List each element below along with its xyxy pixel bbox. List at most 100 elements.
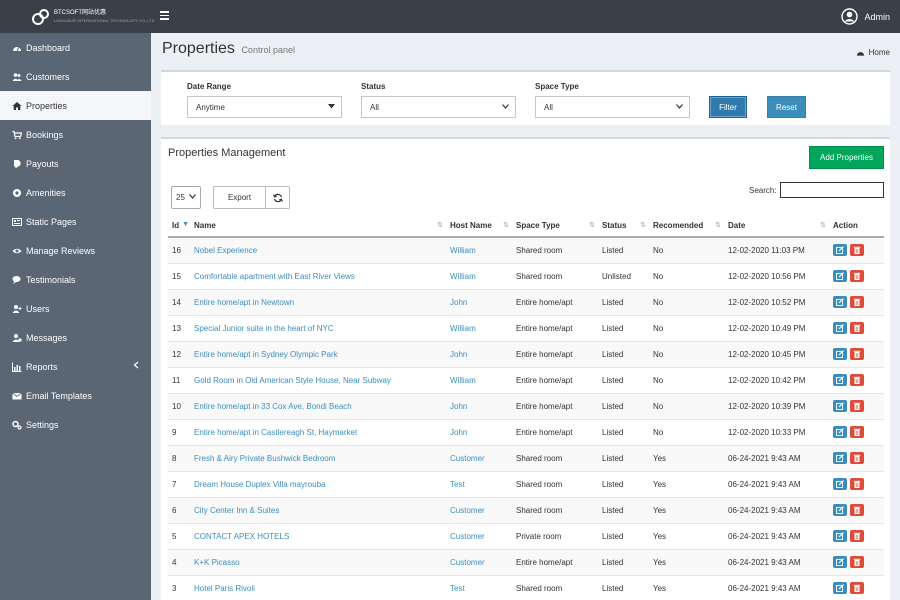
host-link[interactable]: William bbox=[450, 272, 476, 281]
property-link[interactable]: Hotel Paris Rivoli bbox=[194, 584, 255, 593]
edit-button[interactable] bbox=[833, 244, 847, 257]
delete-button[interactable] bbox=[850, 556, 864, 568]
host-link[interactable]: Customer bbox=[450, 454, 485, 463]
cell-id: 3 bbox=[168, 574, 190, 600]
sidebar-item-reports[interactable]: Reports bbox=[0, 352, 151, 381]
column-header-id[interactable]: Id ▼ bbox=[168, 215, 190, 238]
host-link[interactable]: John bbox=[450, 350, 467, 359]
table-row: 14 Entire home/apt in Newtown John Entire h… bbox=[168, 288, 884, 315]
sidebar-item-payouts[interactable]: Payouts bbox=[0, 149, 151, 178]
trash-icon bbox=[853, 558, 861, 566]
sidebar-item-dashboard[interactable]: Dashboard bbox=[0, 33, 151, 62]
refresh-button[interactable] bbox=[265, 186, 290, 209]
delete-button[interactable] bbox=[850, 478, 864, 490]
host-link[interactable]: Customer bbox=[450, 532, 485, 541]
search-input[interactable] bbox=[780, 182, 884, 198]
panel-title: Properties Management bbox=[168, 147, 286, 159]
cell-space-type: Shared room bbox=[512, 444, 598, 471]
edit-button[interactable] bbox=[833, 426, 847, 438]
date-range-select[interactable]: Anytime bbox=[187, 96, 342, 118]
delete-button[interactable] bbox=[850, 452, 864, 464]
delete-button[interactable] bbox=[850, 426, 864, 438]
column-header-status[interactable]: Status ⇅ bbox=[598, 215, 649, 238]
breadcrumb-home[interactable]: Home bbox=[869, 48, 890, 57]
edit-button[interactable] bbox=[833, 556, 847, 568]
delete-button[interactable] bbox=[850, 348, 864, 360]
property-link[interactable]: Nobel Experience bbox=[194, 246, 257, 255]
property-link[interactable]: City Center Inn & Suites bbox=[194, 506, 279, 515]
property-link[interactable]: Entire home/apt in Sydney Olympic Park bbox=[194, 350, 338, 359]
brand-logo[interactable]: BTCSOFT网站优惠 LANGUAGE INTERNATIONAL TECHN… bbox=[0, 0, 154, 33]
property-link[interactable]: Gold Room in Old American Style House, N… bbox=[194, 376, 391, 385]
home-icon bbox=[12, 101, 22, 110]
sidebar-item-testimonials[interactable]: Testimonials bbox=[0, 265, 151, 294]
column-header-recomended[interactable]: Recomended ⇅ bbox=[649, 215, 724, 238]
sidebar-item-email-templates[interactable]: Email Templates bbox=[0, 381, 151, 410]
sidebar-item-static-pages[interactable]: Static Pages bbox=[0, 207, 151, 236]
delete-button[interactable] bbox=[850, 400, 864, 412]
edit-button[interactable] bbox=[833, 296, 847, 308]
add-properties-button[interactable]: Add Properties bbox=[809, 146, 884, 169]
sidebar-item-settings[interactable]: Settings bbox=[0, 410, 151, 439]
delete-button[interactable] bbox=[850, 504, 864, 516]
property-link[interactable]: Entire home/apt in Newtown bbox=[194, 298, 294, 307]
sidebar-item-manage-reviews[interactable]: Manage Reviews bbox=[0, 236, 151, 265]
host-link[interactable]: John bbox=[450, 402, 467, 411]
sidebar-item-users[interactable]: Users bbox=[0, 294, 151, 323]
column-header-date[interactable]: Date ⇅ bbox=[724, 215, 829, 238]
delete-button[interactable] bbox=[850, 322, 864, 334]
delete-button[interactable] bbox=[850, 244, 864, 257]
sidebar-item-properties[interactable]: Properties bbox=[0, 91, 151, 120]
host-link[interactable]: Test bbox=[450, 584, 465, 593]
edit-button[interactable] bbox=[833, 452, 847, 464]
host-link[interactable]: William bbox=[450, 324, 476, 333]
reset-button[interactable]: Reset bbox=[767, 96, 806, 118]
page-size-select[interactable]: 25 bbox=[171, 186, 201, 209]
sidebar-item-customers[interactable]: Customers bbox=[0, 62, 151, 91]
property-link[interactable]: Entire home/apt in Castlereagh St, Hayma… bbox=[194, 428, 357, 437]
column-header-host-name[interactable]: Host Name ⇅ bbox=[446, 215, 512, 238]
edit-button[interactable] bbox=[833, 270, 847, 282]
sidebar-toggle-icon[interactable] bbox=[160, 11, 169, 21]
property-link[interactable]: Special Junior suite in the heart of NYC bbox=[194, 324, 334, 333]
breadcrumb[interactable]: Home bbox=[856, 48, 890, 57]
edit-button[interactable] bbox=[833, 374, 847, 386]
host-link[interactable]: John bbox=[450, 428, 467, 437]
column-header-name[interactable]: Name ⇅ bbox=[190, 215, 446, 238]
export-button[interactable]: Export bbox=[213, 186, 266, 209]
host-link[interactable]: Customer bbox=[450, 506, 485, 515]
property-link[interactable]: Entire home/apt in 33 Cox Ave, Bondi Bea… bbox=[194, 402, 352, 411]
edit-button[interactable] bbox=[833, 322, 847, 334]
host-link[interactable]: Customer bbox=[450, 558, 485, 567]
property-link[interactable]: Fresh & Airy Private Bushwick Bedroom bbox=[194, 454, 335, 463]
edit-button[interactable] bbox=[833, 348, 847, 360]
edit-button[interactable] bbox=[833, 582, 847, 595]
space-type-select[interactable]: All bbox=[535, 96, 690, 118]
status-select[interactable]: All bbox=[361, 96, 516, 118]
delete-button[interactable] bbox=[850, 296, 864, 308]
filter-button[interactable]: Filter bbox=[709, 96, 747, 118]
property-link[interactable]: CONTACT APEX HOTELS bbox=[194, 532, 289, 541]
edit-button[interactable] bbox=[833, 400, 847, 412]
delete-button[interactable] bbox=[850, 582, 864, 595]
sidebar-item-messages[interactable]: Messages bbox=[0, 323, 151, 352]
delete-button[interactable] bbox=[850, 374, 864, 386]
host-link[interactable]: William bbox=[450, 376, 476, 385]
column-header-space-type[interactable]: Space Type ⇅ bbox=[512, 215, 598, 238]
edit-button[interactable] bbox=[833, 504, 847, 516]
sidebar-item-amenities[interactable]: Amenities bbox=[0, 178, 151, 207]
host-link[interactable]: Test bbox=[450, 480, 465, 489]
cell-status: Listed bbox=[598, 288, 649, 315]
edit-button[interactable] bbox=[833, 530, 847, 542]
edit-button[interactable] bbox=[833, 478, 847, 490]
property-link[interactable]: K+K Picasso bbox=[194, 558, 240, 567]
date-range-label: Date Range bbox=[187, 82, 232, 91]
sidebar-item-bookings[interactable]: Bookings bbox=[0, 120, 151, 149]
property-link[interactable]: Dream House Duplex Villa mayrouba bbox=[194, 480, 325, 489]
user-menu[interactable]: Admin bbox=[841, 8, 890, 25]
property-link[interactable]: Comfortable apartment with East River Vi… bbox=[194, 272, 355, 281]
host-link[interactable]: William bbox=[450, 246, 476, 255]
delete-button[interactable] bbox=[850, 530, 864, 542]
host-link[interactable]: John bbox=[450, 298, 467, 307]
delete-button[interactable] bbox=[850, 270, 864, 282]
